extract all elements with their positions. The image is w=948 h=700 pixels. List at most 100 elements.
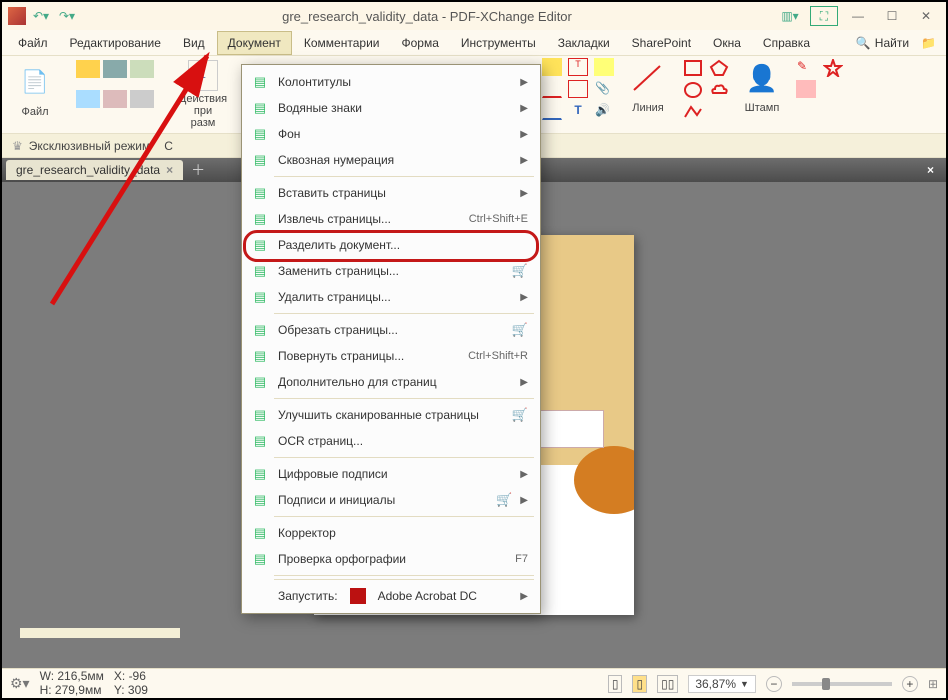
submenu-arrow-icon: ▶: [520, 188, 528, 199]
fit-page-icon[interactable]: ⊞: [928, 677, 938, 691]
ui-options-icon[interactable]: ▥▾: [776, 6, 804, 26]
eraser-icon[interactable]: [796, 80, 816, 98]
menu-item-icon: ▤: [250, 210, 270, 228]
zoom-in-button[interactable]: +: [902, 676, 918, 692]
tool-5-icon[interactable]: [103, 90, 127, 108]
layout-double-icon[interactable]: ▯▯: [657, 675, 678, 693]
textbox-icon[interactable]: T: [568, 58, 588, 76]
zoom-out-button[interactable]: −: [766, 676, 782, 692]
zoom-value[interactable]: 36,87% ▼: [688, 675, 756, 693]
polyline-icon[interactable]: [682, 102, 702, 120]
callout-icon[interactable]: [568, 80, 588, 98]
minimize-button[interactable]: —: [844, 6, 872, 26]
menu-item-1[interactable]: ▤Водяные знаки▶: [244, 95, 538, 121]
cloud-icon[interactable]: [708, 80, 728, 98]
menu-item-9[interactable]: ▤Обрезать страницы...🛒: [244, 317, 538, 343]
menubar: Файл Редактирование Вид Документ Коммент…: [2, 30, 946, 56]
menu-item-label: Извлечь страницы...: [278, 212, 461, 226]
note-icon[interactable]: [594, 58, 614, 76]
menu-document[interactable]: Документ: [217, 31, 292, 55]
layout-single-icon[interactable]: ▯: [608, 675, 623, 693]
page-number-icon[interactable]: 1: [188, 60, 218, 91]
sound-icon[interactable]: 🔊: [594, 102, 614, 120]
menu-item-4[interactable]: ▤Вставить страницы▶: [244, 180, 538, 206]
menu-item-icon: ▤: [250, 347, 270, 365]
menu-tools[interactable]: Инструменты: [451, 32, 546, 54]
redo-button[interactable]: ↷▾: [56, 5, 78, 27]
submenu-arrow-icon: ▶: [520, 155, 528, 166]
burst-icon[interactable]: [822, 58, 842, 76]
menu-item-10[interactable]: ▤Повернуть страницы...Ctrl+Shift+R: [244, 343, 538, 369]
text-icon[interactable]: T: [568, 102, 588, 120]
tab-close-icon[interactable]: ×: [166, 163, 173, 177]
menu-item-17[interactable]: ▤Проверка орфографииF7: [244, 546, 538, 572]
menu-item-2[interactable]: ▤Фон▶: [244, 121, 538, 147]
menu-item-6[interactable]: ▤Разделить документ...: [244, 232, 538, 258]
underline-icon[interactable]: [542, 102, 562, 120]
hand-tool-icon[interactable]: [76, 60, 100, 78]
menu-item-5[interactable]: ▤Извлечь страницы...Ctrl+Shift+E: [244, 206, 538, 232]
tool-6-icon[interactable]: [130, 90, 154, 108]
menu-item-13[interactable]: ▤OCR страниц...: [244, 428, 538, 454]
statusbar: ⚙▾ W: 216,5мм H: 279,9мм X: -96 Y: 309 ▯…: [2, 668, 946, 698]
close-button[interactable]: ✕: [912, 6, 940, 26]
highlight-icon[interactable]: [542, 58, 562, 76]
submenu-arrow-icon: ▶: [520, 292, 528, 303]
misc-icon[interactable]: [822, 80, 842, 98]
attach-icon[interactable]: 📎: [594, 80, 614, 98]
find-button[interactable]: 🔍 Найти: [850, 34, 915, 52]
launch-row[interactable]: Запустить: Adobe Acrobat DC ▶: [244, 583, 538, 609]
options-gear-icon[interactable]: ⚙▾: [10, 675, 30, 692]
mode-label: Эксклюзивный режим: [29, 139, 150, 153]
stamp-tool-icon[interactable]: 👤: [742, 58, 782, 98]
undo-button[interactable]: ↶▾: [30, 5, 52, 27]
rect-icon[interactable]: [682, 58, 702, 76]
menu-view[interactable]: Вид: [173, 32, 215, 54]
file-icon[interactable]: 📄: [14, 60, 56, 104]
strike-icon[interactable]: [542, 80, 562, 98]
fullscreen-icon[interactable]: ⛶: [810, 6, 838, 26]
menu-comments[interactable]: Комментарии: [294, 32, 390, 54]
menu-item-12[interactable]: ▤Улучшить сканированные страницы🛒: [244, 402, 538, 428]
menu-edit[interactable]: Редактирование: [60, 32, 171, 54]
menu-item-label: Фон: [278, 127, 512, 141]
menu-help[interactable]: Справка: [753, 32, 820, 54]
polygon-icon[interactable]: [708, 58, 728, 76]
pencil-icon[interactable]: ✎: [796, 58, 816, 76]
options-hint[interactable]: [20, 628, 180, 638]
tool-3-icon[interactable]: [130, 60, 154, 78]
titlebar: ↶▾ ↷▾ gre_research_validity_data - PDF-X…: [2, 2, 946, 30]
menu-item-7[interactable]: ▤Заменить страницы...🛒: [244, 258, 538, 284]
status-x: X: -96: [114, 670, 148, 683]
maximize-button[interactable]: ☐: [878, 6, 906, 26]
menu-windows[interactable]: Окна: [703, 32, 751, 54]
menu-item-11[interactable]: ▤Дополнительно для страниц▶: [244, 369, 538, 395]
menu-item-16[interactable]: ▤Корректор: [244, 520, 538, 546]
menu-sharepoint[interactable]: SharePoint: [622, 32, 701, 54]
menu-item-3[interactable]: ▤Сквозная нумерация▶: [244, 147, 538, 173]
menu-item-15[interactable]: ▤Подписи и инициалы🛒▶: [244, 487, 538, 513]
menu-bookmarks[interactable]: Закладки: [548, 32, 620, 54]
line-label: Линия: [632, 102, 664, 114]
close-all-tabs-button[interactable]: ×: [919, 163, 942, 177]
menu-file[interactable]: Файл: [8, 32, 58, 54]
document-tab[interactable]: gre_research_validity_data ×: [6, 160, 183, 180]
folder-search-icon[interactable]: 📁: [921, 36, 936, 50]
menu-item-label: Цифровые подписи: [278, 467, 512, 481]
circle-icon[interactable]: [682, 80, 702, 98]
menu-item-8[interactable]: ▤Удалить страницы...▶: [244, 284, 538, 310]
zoom-slider[interactable]: [792, 682, 892, 686]
menu-form[interactable]: Форма: [391, 32, 448, 54]
text-tool-icon[interactable]: [76, 90, 100, 108]
menu-item-label: OCR страниц...: [278, 434, 528, 448]
ribbon-file-label: Файл: [21, 106, 48, 118]
menu-item-label: Удалить страницы...: [278, 290, 512, 304]
line-tool-icon[interactable]: [628, 58, 668, 98]
menu-item-label: Корректор: [278, 526, 528, 540]
snapshot-icon[interactable]: [103, 60, 127, 78]
shape-extra-icon[interactable]: [708, 102, 728, 120]
layout-continuous-icon[interactable]: ▯: [632, 675, 647, 693]
menu-item-14[interactable]: ▤Цифровые подписи▶: [244, 461, 538, 487]
menu-item-0[interactable]: ▤Колонтитулы▶: [244, 69, 538, 95]
add-tab-button[interactable]: ＋: [183, 160, 213, 180]
